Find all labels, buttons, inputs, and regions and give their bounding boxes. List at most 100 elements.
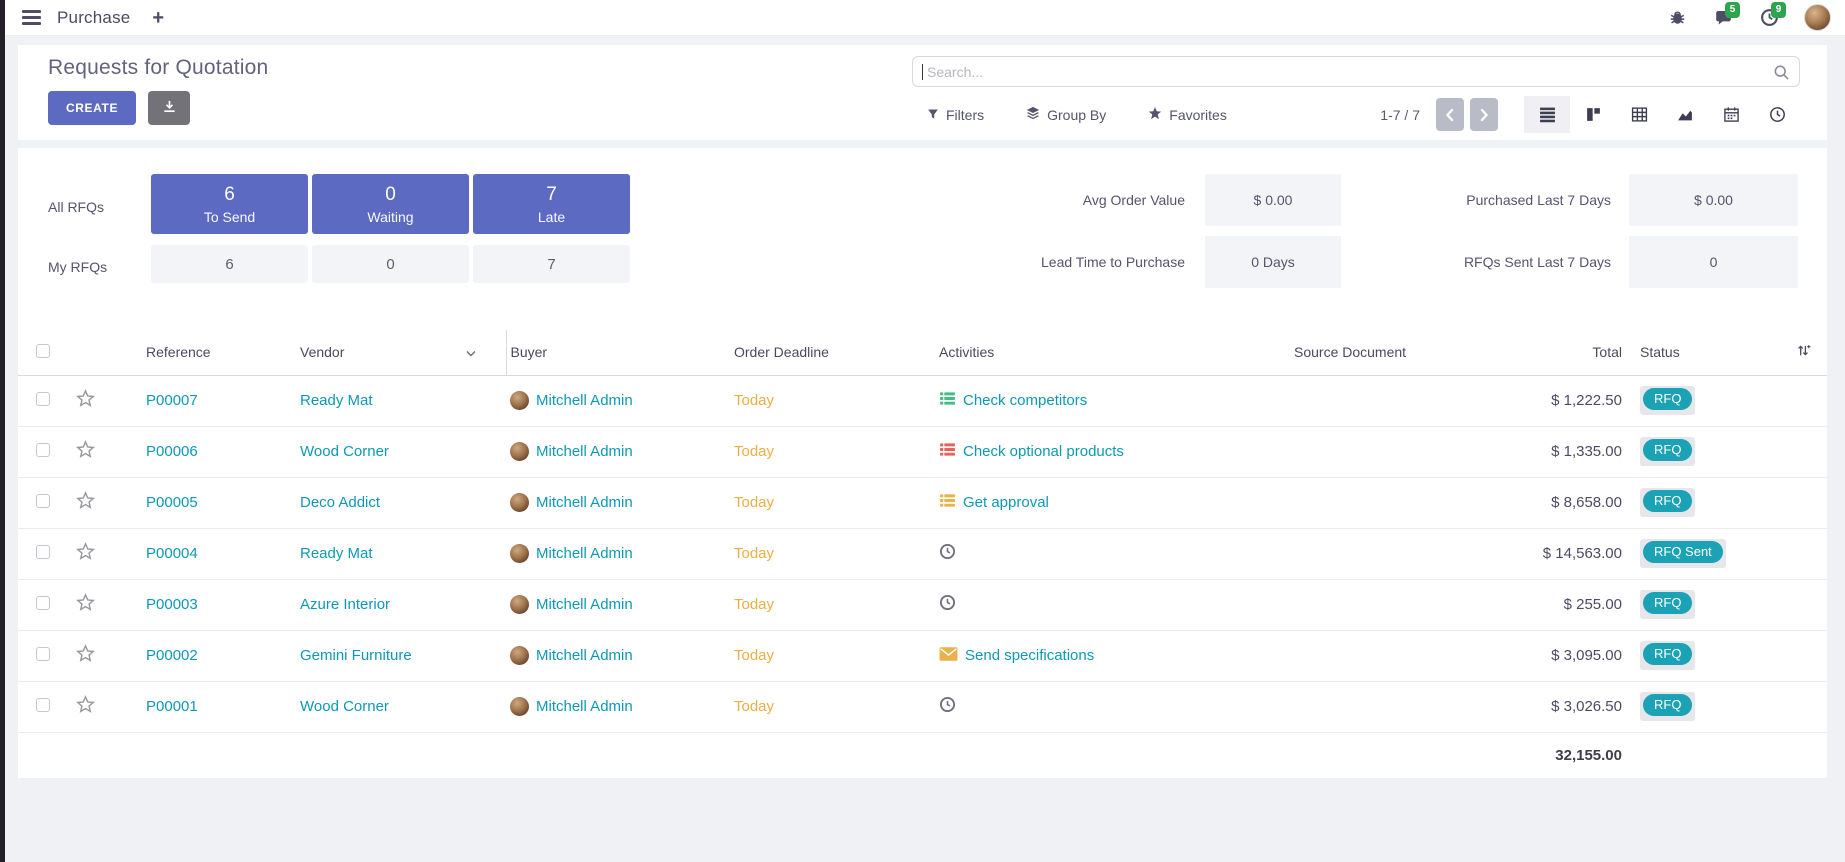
row-checkbox[interactable]	[36, 698, 50, 712]
vendor-link[interactable]: Ready Mat	[300, 392, 373, 409]
funnel-icon	[927, 107, 939, 123]
table-row[interactable]: P00002Gemini FurnitureMitchell AdminToda…	[18, 630, 1827, 681]
filters-button[interactable]: Filters	[927, 107, 984, 123]
select-all-checkbox[interactable]	[36, 344, 50, 358]
my-rfq-count[interactable]: 7	[473, 245, 630, 283]
favorite-star-icon[interactable]	[76, 491, 95, 514]
favorites-button[interactable]: Favorites	[1148, 106, 1227, 123]
vendor-link[interactable]: Gemini Furniture	[300, 647, 412, 664]
rfq-box-late[interactable]: 7Late	[473, 174, 630, 234]
activity-list-icon[interactable]	[939, 441, 956, 462]
table-row[interactable]: P00001Wood CornerMitchell AdminToday $ 3…	[18, 681, 1827, 732]
vendor-link[interactable]: Azure Interior	[300, 596, 390, 613]
kanban-view-icon[interactable]	[1570, 96, 1616, 133]
header-status[interactable]: Status	[1630, 330, 1780, 375]
buyer-link[interactable]: Mitchell Admin	[536, 596, 633, 613]
rfq-box-to-send[interactable]: 6To Send	[151, 174, 308, 234]
vendor-link[interactable]: Deco Addict	[300, 494, 380, 511]
buyer-avatar	[510, 391, 529, 410]
activities-icon[interactable]: 9	[1758, 7, 1780, 29]
table-row[interactable]: P00006Wood CornerMitchell AdminToday Che…	[18, 426, 1827, 477]
user-avatar[interactable]	[1804, 4, 1831, 31]
pager-prev-button[interactable]	[1436, 98, 1464, 131]
debug-bug-icon[interactable]	[1666, 7, 1688, 29]
favorite-star-icon[interactable]	[76, 440, 95, 463]
my-rfq-count[interactable]: 0	[312, 245, 469, 283]
rfq-box-count: 7	[546, 184, 557, 206]
reference-link[interactable]: P00004	[146, 545, 198, 562]
group-by-button[interactable]: Group By	[1026, 106, 1106, 123]
table-row[interactable]: P00005Deco AddictMitchell AdminToday Get…	[18, 477, 1827, 528]
buyer-link[interactable]: Mitchell Admin	[536, 545, 633, 562]
list-view-icon[interactable]	[1524, 96, 1570, 133]
activity-link[interactable]: Send specifications	[965, 647, 1094, 664]
reference-link[interactable]: P00006	[146, 443, 198, 460]
source-document-cell	[1290, 630, 1520, 681]
export-button[interactable]	[148, 91, 190, 125]
header-buyer[interactable]: Buyer	[506, 330, 730, 375]
reference-link[interactable]: P00003	[146, 596, 198, 613]
row-checkbox[interactable]	[36, 494, 50, 508]
plus-icon[interactable]: +	[152, 8, 164, 28]
reference-link[interactable]: P00001	[146, 698, 198, 715]
table-row[interactable]: P00004Ready MatMitchell AdminToday $ 14,…	[18, 528, 1827, 579]
buyer-avatar	[510, 544, 529, 563]
activity-clock-icon[interactable]	[939, 543, 956, 564]
buyer-link[interactable]: Mitchell Admin	[536, 443, 633, 460]
row-checkbox[interactable]	[36, 647, 50, 661]
activity-view-icon[interactable]	[1754, 96, 1800, 133]
search-icon[interactable]	[1773, 64, 1790, 86]
favorite-star-icon[interactable]	[76, 593, 95, 616]
rfq-box-waiting[interactable]: 0Waiting	[312, 174, 469, 234]
favorite-star-icon[interactable]	[76, 644, 95, 667]
activity-clock-icon[interactable]	[939, 696, 956, 717]
pivot-view-icon[interactable]	[1616, 96, 1662, 133]
table-row[interactable]: P00003Azure InteriorMitchell AdminToday …	[18, 579, 1827, 630]
favorite-star-icon[interactable]	[76, 389, 95, 412]
create-button[interactable]: CREATE	[48, 91, 136, 125]
search-input[interactable]	[913, 57, 1799, 86]
vendor-link[interactable]: Wood Corner	[300, 443, 389, 460]
messages-icon[interactable]: 5	[1712, 7, 1734, 29]
activity-link[interactable]: Check optional products	[963, 443, 1124, 460]
header-activities[interactable]: Activities	[935, 330, 1290, 375]
header-order-deadline[interactable]: Order Deadline	[730, 330, 935, 375]
order-deadline: Today	[734, 698, 774, 715]
total-amount: $ 1,335.00	[1551, 443, 1622, 460]
row-checkbox[interactable]	[36, 443, 50, 457]
calendar-view-icon[interactable]	[1708, 96, 1754, 133]
header-vendor[interactable]: Vendor	[296, 330, 506, 375]
kpi-value: $ 0.00	[1205, 174, 1341, 226]
optional-columns-icon[interactable]	[1780, 330, 1827, 375]
table-row[interactable]: P00007Ready MatMitchell AdminToday Check…	[18, 375, 1827, 426]
header-reference[interactable]: Reference	[142, 330, 296, 375]
graph-view-icon[interactable]	[1662, 96, 1708, 133]
activity-envelope-icon[interactable]	[939, 646, 958, 666]
apps-menu-icon[interactable]	[22, 10, 41, 25]
vendor-link[interactable]: Ready Mat	[300, 545, 373, 562]
activity-link[interactable]: Get approval	[963, 494, 1049, 511]
reference-link[interactable]: P00002	[146, 647, 198, 664]
buyer-link[interactable]: Mitchell Admin	[536, 698, 633, 715]
my-rfq-count[interactable]: 6	[151, 245, 308, 283]
row-checkbox[interactable]	[36, 545, 50, 559]
buyer-link[interactable]: Mitchell Admin	[536, 647, 633, 664]
header-source-document[interactable]: Source Document	[1290, 330, 1520, 375]
activity-list-icon[interactable]	[939, 492, 956, 513]
vendor-link[interactable]: Wood Corner	[300, 698, 389, 715]
buyer-link[interactable]: Mitchell Admin	[536, 392, 633, 409]
row-checkbox[interactable]	[36, 392, 50, 406]
reference-link[interactable]: P00007	[146, 392, 198, 409]
activity-clock-icon[interactable]	[939, 594, 956, 615]
source-document-cell	[1290, 477, 1520, 528]
app-name[interactable]: Purchase	[57, 8, 130, 28]
header-total[interactable]: Total	[1520, 330, 1630, 375]
activity-list-icon[interactable]	[939, 390, 956, 411]
buyer-link[interactable]: Mitchell Admin	[536, 494, 633, 511]
activity-link[interactable]: Check competitors	[963, 392, 1087, 409]
pager-next-button[interactable]	[1470, 98, 1498, 131]
reference-link[interactable]: P00005	[146, 494, 198, 511]
row-checkbox[interactable]	[36, 596, 50, 610]
favorite-star-icon[interactable]	[76, 695, 95, 718]
favorite-star-icon[interactable]	[76, 542, 95, 565]
